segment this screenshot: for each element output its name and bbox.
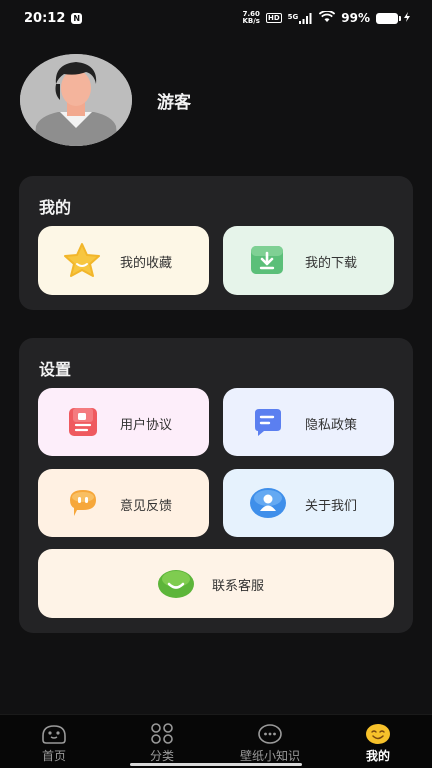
nav-item-category[interactable]: 分类	[108, 715, 216, 768]
feedback-label: 意见反馈	[120, 499, 173, 514]
privacy-policy-button[interactable]: 隐私政策	[223, 388, 394, 456]
settings-section-title: 设置	[39, 360, 72, 379]
nav-mine-label: 我的	[365, 749, 390, 763]
mine-section-title: 我的	[39, 198, 72, 217]
contact-support-button[interactable]: 联系客服	[38, 549, 394, 618]
network-speed-unit: KB/s	[242, 17, 260, 25]
favorites-label: 我的收藏	[120, 256, 173, 271]
privacy-policy-icon	[252, 407, 284, 441]
battery-percent: 99%	[341, 11, 370, 25]
signal-icon: 5G	[287, 12, 314, 24]
category-icon	[149, 723, 175, 745]
bottom-nav: 首页 分类 壁纸小知识 我的	[0, 714, 432, 768]
home-icon	[41, 723, 67, 745]
nav-category-label: 分类	[149, 749, 174, 763]
network-speed: 7.60 KB/s	[242, 11, 259, 25]
star-icon	[63, 242, 101, 282]
nav-item-home[interactable]: 首页	[0, 715, 108, 768]
profile-header: 游客	[20, 54, 191, 146]
avatar-person-icon	[20, 54, 132, 146]
avatar[interactable]	[20, 54, 132, 146]
home-indicator[interactable]	[130, 763, 302, 766]
status-time: 20:12	[24, 10, 66, 26]
user-agreement-button[interactable]: 用户协议	[38, 388, 209, 456]
contact-support-label: 联系客服	[212, 579, 265, 594]
mine-section-card: 我的 我的收藏 我的下载	[19, 176, 413, 310]
signal-label: 5G	[287, 12, 299, 21]
customer-service-icon	[157, 568, 195, 604]
battery-icon	[376, 12, 401, 24]
notification-badge: N	[71, 12, 83, 24]
favorites-button[interactable]: 我的收藏	[38, 226, 209, 295]
about-icon	[249, 486, 287, 524]
feedback-icon	[66, 488, 100, 522]
download-icon	[250, 244, 284, 280]
downloads-label: 我的下载	[305, 256, 358, 271]
settings-section-card: 设置 用户协议 隐私政策 意见反馈 关于我们 联系客服	[19, 338, 413, 633]
nav-wallpaper-tips-label: 壁纸小知识	[239, 749, 300, 763]
feedback-button[interactable]: 意见反馈	[38, 469, 209, 537]
privacy-policy-label: 隐私政策	[305, 418, 358, 433]
smiley-icon	[365, 723, 391, 745]
username: 游客	[157, 92, 191, 113]
nav-item-wallpaper-tips[interactable]: 壁纸小知识	[216, 715, 324, 768]
status-bar: 20:12 N 7.60 KB/s HD 5G 99%	[0, 0, 432, 36]
nav-item-mine[interactable]: 我的	[324, 715, 432, 768]
status-left: 20:12 N	[24, 10, 83, 26]
about-us-button[interactable]: 关于我们	[223, 469, 394, 537]
wifi-icon	[319, 9, 336, 26]
hd-icon: HD	[265, 13, 282, 23]
status-right: 7.60 KB/s HD 5G 99%	[242, 9, 410, 26]
user-agreement-label: 用户协议	[120, 418, 173, 433]
nav-home-label: 首页	[41, 749, 66, 763]
more-dots-icon	[257, 723, 283, 745]
agreement-icon	[67, 407, 99, 441]
charging-icon	[404, 11, 410, 25]
downloads-button[interactable]: 我的下载	[223, 226, 394, 295]
about-us-label: 关于我们	[305, 499, 358, 514]
